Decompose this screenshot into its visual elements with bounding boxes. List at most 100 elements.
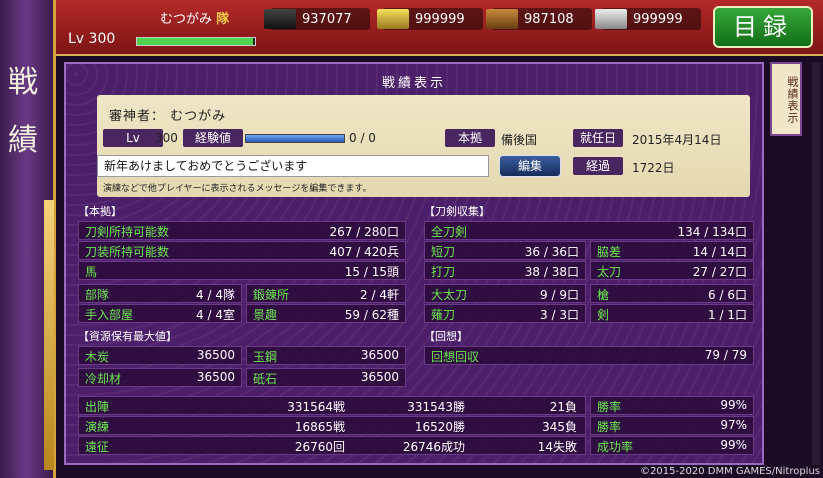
stat-row: 回想回収 79 / 79	[424, 346, 754, 365]
elapsed-label: 経過	[573, 157, 623, 175]
edit-button[interactable]: 編集	[499, 155, 561, 177]
copyright: ©2015-2020 DMM GAMES/Nitroplus	[640, 466, 820, 477]
resource-value: 999999	[633, 11, 683, 27]
stat-row: 太刀 27 / 27口	[590, 261, 754, 280]
catalog-button[interactable]: 目録	[713, 6, 813, 48]
battle-row: 演練 16865戦 16520勝 345負	[78, 416, 586, 435]
stat-key: 全刀剣	[431, 225, 468, 239]
stat-key: 回想回収	[431, 350, 480, 364]
rate-value: 99%	[720, 438, 747, 452]
player-level: Lv 300	[68, 31, 115, 47]
stat-row: 刀装所持可能数 407 / 420兵	[78, 241, 406, 260]
stat-row: 刀剣所持可能数 267 / 280口	[78, 221, 406, 240]
rate-key: 勝率	[597, 420, 622, 434]
stat-key: 脇差	[597, 245, 622, 259]
stat-row: 冷却材 36500	[78, 368, 242, 387]
lv-label: Lv	[103, 129, 163, 147]
battle-key: 遠征	[85, 440, 110, 454]
stat-key: 手入部屋	[85, 308, 134, 322]
battle-losses: 14失敗	[537, 440, 577, 454]
charcoal-icon	[264, 9, 296, 29]
side-title-banner: 戦績	[0, 0, 56, 478]
player-name-text: むつがみ	[160, 12, 213, 27]
base-heading: 【本拠】	[78, 205, 122, 218]
rate-key: 勝率	[597, 400, 622, 414]
stat-key: 景趣	[253, 308, 278, 322]
stat-row: 打刀 38 / 38口	[424, 261, 586, 280]
base-value: 備後国	[501, 133, 538, 147]
stat-value: 36500	[360, 348, 399, 362]
resource-tamahagane: 999999	[377, 8, 483, 30]
level-value: 300	[88, 31, 116, 47]
stat-value: 267 / 280口	[329, 225, 399, 239]
stat-key: 砥石	[253, 372, 278, 386]
battle-row: 遠征 26760回 26746成功 14失敗	[78, 436, 586, 455]
appoint-value: 2015年4月14日	[632, 133, 722, 147]
stat-row: 短刀 36 / 36口	[424, 241, 586, 260]
rate-value: 97%	[720, 418, 747, 432]
stat-value: 36 / 36口	[524, 245, 579, 259]
stat-row: 全刀剣 134 / 134口	[424, 221, 754, 240]
battle-key: 出陣	[85, 400, 110, 414]
message-note: 演練などで他プレイヤーに表示されるメッセージを編集できます。	[103, 184, 372, 194]
battle-row: 出陣 331564戦 331543勝 21負	[78, 396, 586, 415]
side-title: 戦績	[8, 54, 38, 170]
stat-row: 部隊 4 / 4隊	[78, 284, 242, 303]
battle-losses: 345負	[542, 420, 577, 434]
stat-key: 刀剣所持可能数	[85, 225, 170, 239]
panel-title: 戦績表示	[381, 76, 446, 91]
stat-value: 4 / 4室	[196, 308, 235, 322]
stat-row: 大太刀 9 / 9口	[424, 284, 586, 303]
saniwa-name: 審神者： むつがみ	[109, 109, 227, 124]
exp-bar	[136, 37, 256, 46]
stat-value: 9 / 9口	[540, 288, 579, 302]
stat-value: 38 / 38口	[524, 265, 579, 279]
stat-key: 刀装所持可能数	[85, 245, 170, 259]
stat-row: 木炭 36500	[78, 346, 242, 365]
scrollbar[interactable]	[812, 62, 820, 465]
record-side-tab[interactable]: 戦績表示	[770, 62, 802, 136]
stat-key: 打刀	[431, 265, 456, 279]
stat-value: 14 / 14口	[692, 245, 747, 259]
side-title-char-1: 戦	[8, 65, 38, 100]
stat-key: 鍛錬所	[253, 288, 290, 302]
stat-key: 剣	[597, 308, 610, 322]
resource-cooling: 987108	[486, 8, 592, 30]
stat-row: 玉鋼 36500	[246, 346, 406, 365]
sword-collection-heading: 【刀剣収集】	[424, 205, 490, 218]
stat-row: 手入部屋 4 / 4室	[78, 304, 242, 323]
stat-row: 鍛錬所 2 / 4軒	[246, 284, 406, 303]
stat-value: 27 / 27口	[692, 265, 747, 279]
battle-count: 16865戦	[294, 420, 345, 434]
side-title-char-2: 績	[8, 123, 38, 158]
profile-card: 審神者： むつがみ Lv 300 経験値 0 / 0 本拠 備後国 就任日 20…	[97, 95, 750, 197]
player-name: むつがみ 隊	[160, 8, 229, 27]
top-status-bar: むつがみ 隊 Lv 300 937077 999999 987108 99999…	[56, 0, 823, 56]
message-input[interactable]: 新年あけましておめでとうございます	[97, 155, 489, 177]
stat-key: 玉鋼	[253, 350, 278, 364]
battle-wins: 16520勝	[414, 420, 465, 434]
stat-row: 剣 1 / 1口	[590, 304, 754, 323]
profile-exp-bar	[245, 134, 345, 143]
stat-key: 大太刀	[431, 288, 468, 302]
resource-whetstone: 999999	[595, 8, 701, 30]
tamahagane-icon	[377, 9, 409, 29]
stat-value: 36500	[196, 348, 235, 362]
stat-row: 馬 15 / 15頭	[78, 261, 406, 280]
base-label: 本拠	[445, 129, 495, 147]
stat-key: 馬	[85, 265, 98, 279]
battle-losses: 21負	[549, 400, 577, 414]
stat-key: 木炭	[85, 350, 110, 364]
stat-key: 太刀	[597, 265, 622, 279]
stat-row: 薙刀 3 / 3口	[424, 304, 586, 323]
stat-value: 3 / 3口	[540, 308, 579, 322]
stat-value: 79 / 79	[704, 348, 747, 362]
resource-value: 987108	[524, 11, 574, 27]
stat-row: 砥石 36500	[246, 368, 406, 387]
appoint-label: 就任日	[573, 129, 623, 147]
stat-row: 槍 6 / 6口	[590, 284, 754, 303]
battle-count: 331564戦	[287, 400, 345, 414]
rate-row: 勝率 97%	[590, 416, 754, 435]
resource-value: 937077	[302, 11, 352, 27]
battle-key: 演練	[85, 420, 110, 434]
